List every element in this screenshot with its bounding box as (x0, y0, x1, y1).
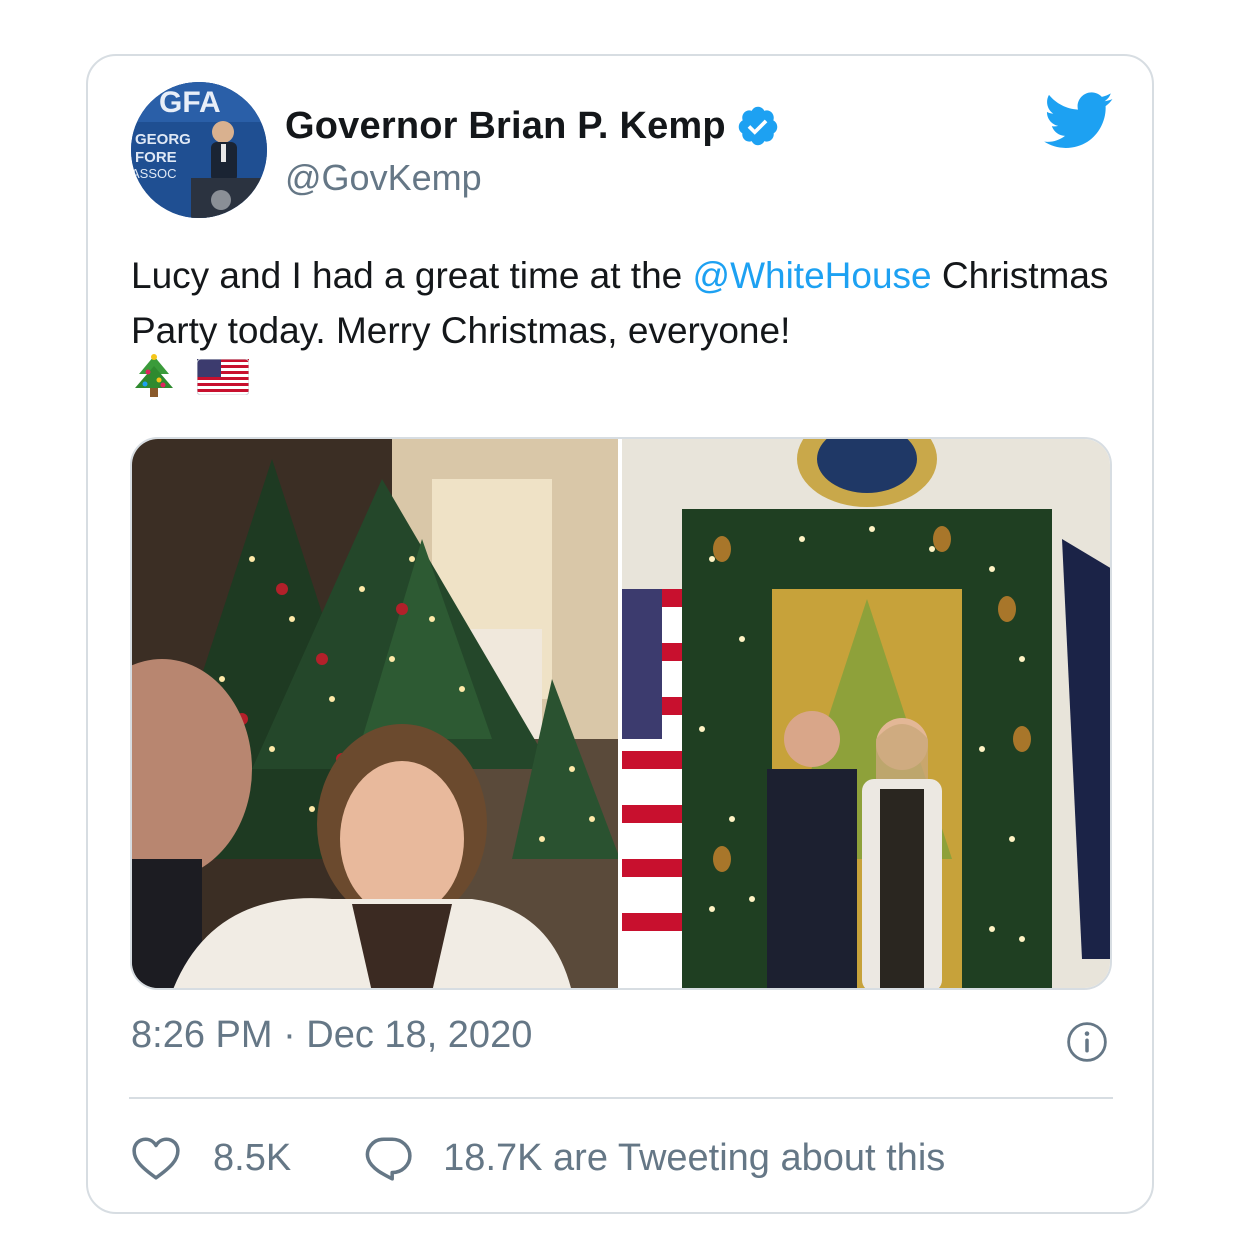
tweeting-about-count[interactable]: 18.7K are Tweeting about this (443, 1137, 945, 1180)
avatar[interactable]: GFA GEORG FORE ASSOC (131, 82, 267, 218)
photo-portrait[interactable] (622, 439, 1110, 988)
tweet-text-part1: Lucy and I had a great time at the (131, 255, 693, 296)
tweet-actions: 8.5K 18.7K are Tweeting about this (131, 1130, 945, 1186)
media-grid (130, 437, 1112, 990)
timestamp[interactable]: 8:26 PM · Dec 18, 2020 (131, 1014, 532, 1057)
svg-text:GEORG: GEORG (135, 131, 191, 148)
display-name[interactable]: Governor Brian P. Kemp (285, 105, 726, 148)
photo-selfie[interactable] (132, 439, 618, 988)
christmas-tree-icon (135, 354, 173, 397)
svg-text:GFA: GFA (159, 86, 221, 119)
tweet-text: Lucy and I had a great time at the @Whit… (131, 248, 1131, 358)
speech-bubble-icon[interactable] (363, 1135, 413, 1181)
heart-icon[interactable] (131, 1135, 181, 1181)
like-count[interactable]: 8.5K (213, 1137, 291, 1180)
svg-text:ASSOC: ASSOC (131, 166, 177, 181)
verified-badge-icon (738, 106, 778, 146)
us-flag-icon (197, 359, 249, 395)
handle[interactable]: @GovKemp (285, 157, 482, 199)
divider (129, 1097, 1113, 1099)
mention-link[interactable]: @WhiteHouse (693, 255, 932, 296)
emoji-line (131, 354, 249, 400)
info-icon[interactable] (1066, 1021, 1108, 1063)
author-name-row[interactable]: Governor Brian P. Kemp (285, 98, 780, 154)
twitter-bird-icon[interactable] (1044, 92, 1114, 150)
svg-text:FORE: FORE (135, 149, 177, 166)
